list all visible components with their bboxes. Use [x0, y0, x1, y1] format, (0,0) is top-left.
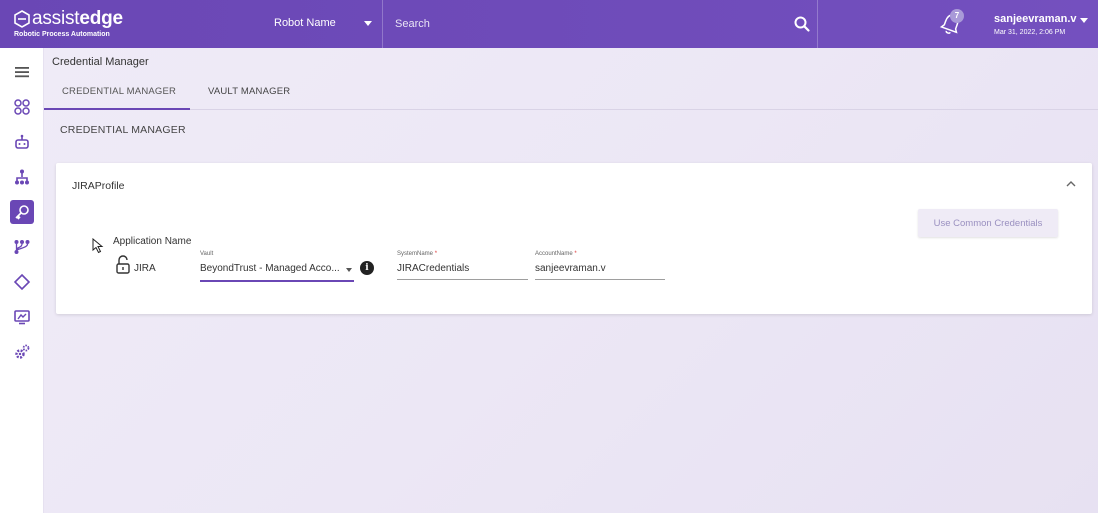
vault-underline	[200, 280, 354, 282]
mouse-cursor-icon	[92, 238, 104, 254]
profile-card: JIRAProfile Use Common Credentials Appli…	[56, 163, 1092, 314]
sidebar-item-credential-manager[interactable]	[10, 200, 34, 224]
info-icon[interactable]: i	[360, 261, 374, 275]
chevron-down-icon	[346, 268, 352, 272]
main-content: Credential Manager CREDENTIAL MANAGER VA…	[44, 48, 1098, 513]
logo[interactable]: assistedge Robotic Process Automation	[14, 8, 144, 42]
sidebar-item-settings[interactable]	[10, 340, 34, 364]
user-name: sanjeevraman.v	[994, 13, 1077, 25]
monitor-icon	[14, 310, 30, 325]
section-title: CREDENTIAL MANAGER	[60, 124, 186, 136]
unlock-icon[interactable]	[115, 255, 131, 275]
sidebar-item-dashboard[interactable]	[10, 95, 34, 119]
account-name-value: sanjeevraman.v	[535, 263, 606, 274]
robot-icon	[15, 134, 29, 149]
application-name-label: Application Name	[113, 236, 192, 247]
account-name-underline	[535, 279, 665, 280]
sidebar-item-monitor[interactable]	[10, 305, 34, 329]
vault-label: Vault	[200, 251, 214, 257]
dashboard-icon	[14, 99, 30, 115]
chevron-down-icon	[1080, 18, 1088, 23]
application-name: JIRA	[134, 263, 156, 274]
tab-vault-manager[interactable]: VAULT MANAGER	[208, 74, 308, 110]
search-icon[interactable]	[793, 15, 811, 33]
sidebar-item-workflow[interactable]	[10, 235, 34, 259]
key-icon	[15, 205, 29, 220]
chevron-up-icon[interactable]	[1064, 177, 1078, 191]
system-name-underline	[397, 279, 528, 280]
sidebar-item-hierarchy[interactable]	[10, 165, 34, 189]
sidebar-item-decisions[interactable]	[10, 270, 34, 294]
account-name-label: AccountName *	[535, 251, 577, 257]
notification-badge: 7	[950, 9, 964, 23]
page-title: Credential Manager	[52, 56, 149, 68]
sidebar	[0, 48, 44, 513]
tab-credential-manager[interactable]: CREDENTIAL MANAGER	[44, 74, 190, 110]
account-name-field[interactable]: AccountName * sanjeevraman.v	[535, 251, 665, 280]
robot-name-select[interactable]: Robot Name	[262, 0, 382, 48]
menu-icon	[15, 67, 29, 78]
use-common-credentials-button[interactable]: Use Common Credentials	[918, 209, 1058, 237]
logo-subtitle: Robotic Process Automation	[14, 31, 110, 38]
system-name-label: SystemName *	[397, 251, 438, 257]
search-input[interactable]	[395, 14, 775, 34]
sidebar-item-robots[interactable]	[10, 130, 34, 154]
vault-value: BeyondTrust - Managed Acco...	[200, 263, 340, 274]
system-name-value: JIRACredentials	[397, 263, 470, 274]
profile-title: JIRAProfile	[72, 180, 125, 192]
workflow-icon	[14, 240, 30, 254]
search-bar	[382, 0, 818, 48]
logo-mark-icon	[14, 10, 30, 28]
logo-text: assistedge	[32, 8, 123, 29]
diamond-icon	[13, 273, 31, 291]
user-menu[interactable]: sanjeevraman.v Mar 31, 2022, 2:06 PM	[994, 12, 1094, 38]
robot-name-label: Robot Name	[274, 17, 336, 29]
top-bar: assistedge Robotic Process Automation Ro…	[0, 0, 1098, 48]
vault-select[interactable]: Vault BeyondTrust - Managed Acco...	[200, 251, 354, 282]
hierarchy-icon	[15, 169, 29, 185]
tab-bar: CREDENTIAL MANAGER VAULT MANAGER	[44, 74, 1098, 110]
current-datetime: Mar 31, 2022, 2:06 PM	[994, 29, 1066, 36]
settings-icon	[15, 344, 30, 359]
chevron-down-icon	[364, 21, 372, 26]
menu-button[interactable]	[10, 60, 34, 84]
system-name-field[interactable]: SystemName * JIRACredentials	[397, 251, 528, 280]
